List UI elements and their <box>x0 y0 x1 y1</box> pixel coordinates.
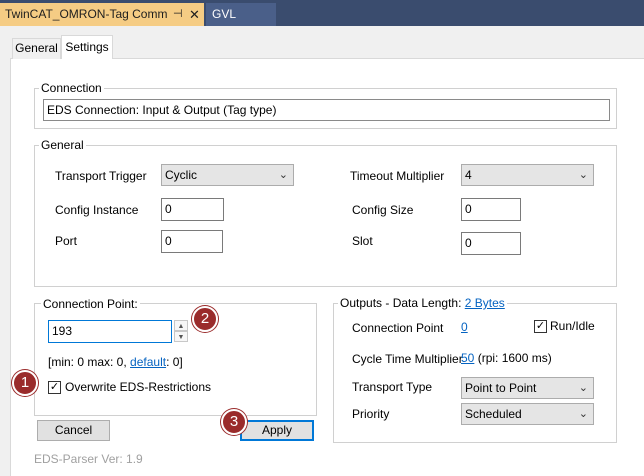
transport-trigger-select[interactable]: Cyclic ⌄ <box>161 164 294 186</box>
run-idle-label: Run/Idle <box>550 319 595 333</box>
connection-point-title: Connection Point: <box>41 297 140 311</box>
doc-tab-gvl[interactable]: GVL <box>206 3 276 26</box>
config-instance-field[interactable]: 0 <box>161 198 224 221</box>
default-link[interactable]: default <box>130 355 166 369</box>
step-badge-1: 1 <box>12 370 38 396</box>
priority-value: Scheduled <box>465 407 522 421</box>
range-suffix: : 0] <box>166 355 183 369</box>
chevron-down-icon: ⌄ <box>578 169 588 181</box>
spin-up-icon[interactable]: ▲ <box>174 320 188 331</box>
step-badge-3: 3 <box>221 409 247 435</box>
port-field[interactable]: 0 <box>161 230 223 253</box>
config-size-field[interactable]: 0 <box>461 198 521 221</box>
transport-type-select[interactable]: Point to Point ⌄ <box>461 377 594 399</box>
overwrite-eds-checkbox[interactable]: ✓ <box>48 381 61 394</box>
apply-button[interactable]: Apply <box>240 420 314 441</box>
cycle-time-link[interactable]: 50 <box>461 351 474 365</box>
connection-point-field[interactable]: 193 <box>48 320 172 343</box>
cycle-time-label: Cycle Time Multiplier <box>352 352 463 366</box>
timeout-multiplier-value: 4 <box>465 168 472 182</box>
transport-type-value: Point to Point <box>465 381 537 395</box>
data-length-link[interactable]: 2 Bytes <box>465 296 505 310</box>
timeout-multiplier-label: Timeout Multiplier <box>350 169 445 183</box>
slot-field[interactable]: 0 <box>461 232 521 255</box>
config-size-label: Config Size <box>352 203 414 217</box>
pin-icon[interactable]: ⊣ <box>173 3 187 26</box>
step-badge-2: 2 <box>192 306 218 332</box>
overwrite-eds-label: Overwrite EDS-Restrictions <box>65 380 212 394</box>
cycle-time-rpi: (rpi: 1600 ms) <box>477 351 552 365</box>
general-group-title: General <box>39 138 86 152</box>
output-connection-point-link[interactable]: 0 <box>461 320 468 334</box>
tab-general[interactable]: General <box>12 38 61 59</box>
connection-point-spinner[interactable]: ▲ ▼ <box>174 320 188 343</box>
chevron-down-icon: ⌄ <box>578 382 588 394</box>
connection-name-field[interactable]: EDS Connection: Input & Output (Tag type… <box>43 99 610 121</box>
cycle-time-value: 50 (rpi: 1600 ms) <box>461 351 552 365</box>
chevron-down-icon: ⌄ <box>578 408 588 420</box>
transport-trigger-label: Transport Trigger <box>55 169 147 183</box>
timeout-multiplier-select[interactable]: 4 ⌄ <box>461 164 594 186</box>
config-instance-label: Config Instance <box>55 203 139 217</box>
connection-point-range: [min: 0 max: 0, default: 0] <box>48 355 183 369</box>
range-prefix: [min: 0 max: 0, <box>48 355 127 369</box>
connection-group-title: Connection <box>39 81 104 95</box>
outputs-group-title: Outputs - Data Length: 2 Bytes <box>338 296 507 310</box>
port-label: Port <box>55 234 78 248</box>
outputs-title-prefix: Outputs - Data Length: <box>340 296 462 310</box>
spin-down-icon[interactable]: ▼ <box>174 331 188 342</box>
priority-label: Priority <box>352 407 390 421</box>
run-idle-checkbox[interactable]: ✓ <box>534 320 547 333</box>
transport-type-label: Transport Type <box>352 380 433 394</box>
tab-settings[interactable]: Settings <box>61 35 113 59</box>
slot-label: Slot <box>352 234 373 248</box>
eds-parser-version: EDS-Parser Ver: 1.9 <box>34 452 143 466</box>
priority-select[interactable]: Scheduled ⌄ <box>461 403 594 425</box>
cancel-button[interactable]: Cancel <box>37 420 110 441</box>
close-icon[interactable]: ✕ <box>189 3 203 26</box>
transport-trigger-value: Cyclic <box>165 168 197 182</box>
output-connection-point-label: Connection Point <box>352 321 444 335</box>
chevron-down-icon: ⌄ <box>278 169 288 181</box>
